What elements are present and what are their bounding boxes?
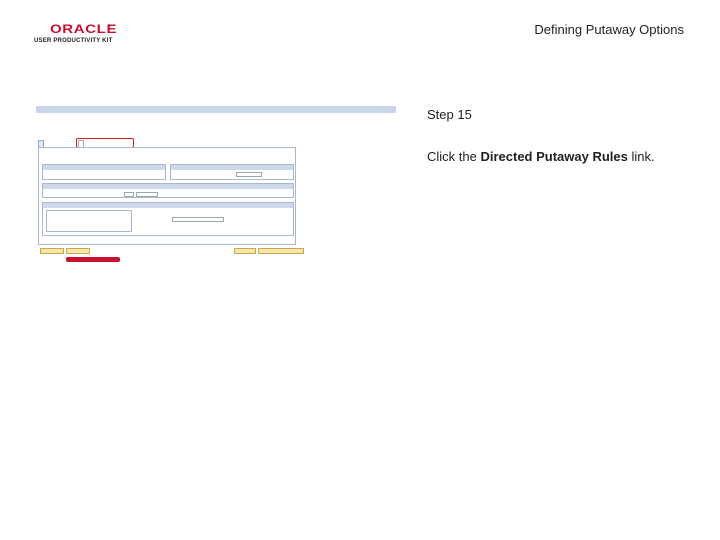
group-header bbox=[171, 165, 293, 170]
instruction-post: link. bbox=[627, 149, 655, 164]
breadcrumb-bar bbox=[36, 106, 396, 113]
oracle-upk-logo: ORACLE ® USER PRODUCTIVITY KIT bbox=[34, 22, 126, 48]
storage-location-code-input[interactable] bbox=[136, 192, 158, 197]
control-count-input[interactable] bbox=[236, 172, 262, 177]
group-header bbox=[43, 165, 165, 170]
step-instruction: Click the Directed Putaway Rules link. bbox=[427, 149, 655, 164]
complete-putaway-group bbox=[170, 164, 294, 180]
highlight-bottom-link bbox=[66, 257, 120, 262]
slide-title: Defining Putaway Options bbox=[534, 22, 684, 37]
update-display-button[interactable] bbox=[258, 248, 304, 254]
load-dispositions-group bbox=[42, 164, 166, 180]
application-screenshot bbox=[36, 106, 396, 266]
add-button[interactable] bbox=[234, 248, 256, 254]
default-by-group bbox=[46, 210, 132, 232]
group-header bbox=[43, 203, 293, 208]
logo-registered-mark: ® bbox=[108, 23, 111, 28]
save-button[interactable] bbox=[40, 248, 64, 254]
storage-location-input[interactable] bbox=[124, 192, 134, 197]
sort-order-select[interactable] bbox=[172, 217, 224, 222]
logo-subtitle: USER PRODUCTIVITY KIT bbox=[34, 38, 113, 44]
group-header bbox=[43, 184, 293, 189]
bulk-putaway-group bbox=[42, 183, 294, 198]
instruction-pre: Click the bbox=[427, 149, 481, 164]
notify-button[interactable] bbox=[66, 248, 90, 254]
instruction-link-name: Directed Putaway Rules bbox=[480, 149, 628, 164]
tab-default-putaway bbox=[38, 140, 44, 147]
step-number: Step 15 bbox=[427, 107, 472, 122]
